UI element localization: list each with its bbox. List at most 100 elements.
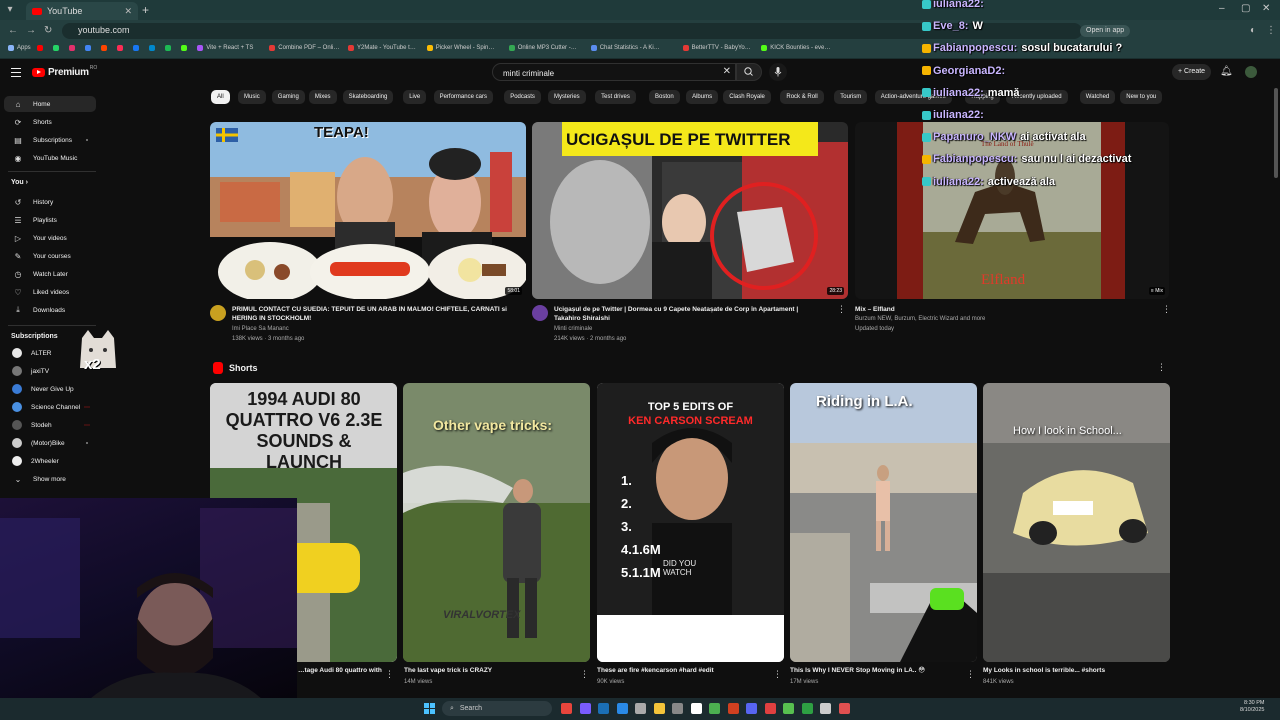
sidebar-item[interactable]: ◉ YouTube Music xyxy=(4,150,96,166)
filter-chip[interactable]: Action-adventure games xyxy=(874,90,952,104)
app-icon[interactable] xyxy=(690,703,702,714)
short-thumbnail[interactable]: How I look in School... xyxy=(983,383,1170,662)
explorer-icon[interactable] xyxy=(653,703,665,714)
bookmark-item[interactable]: Online MP3 Cutter -… xyxy=(508,45,577,51)
app-icon[interactable] xyxy=(635,703,646,714)
filter-chip[interactable]: Rock & Roll xyxy=(780,90,824,104)
sidebar-item[interactable]: ⌂ Home xyxy=(4,96,96,112)
bookmark-item[interactable] xyxy=(181,45,190,51)
steam-icon[interactable] xyxy=(598,703,609,714)
video-title[interactable]: PRIMUL CONTACT CU SUEDIA: TEPUIT DE UN A… xyxy=(232,305,522,323)
channel-name[interactable]: Minti criminale xyxy=(554,325,592,334)
discord-icon[interactable] xyxy=(746,703,757,714)
bookmark-item[interactable]: Apps xyxy=(8,45,31,51)
system-clock[interactable]: 8:30 PM 8/10/2025 xyxy=(1240,700,1264,714)
close-icon[interactable]: ✕ xyxy=(124,6,132,17)
bookmark-item[interactable] xyxy=(149,45,158,51)
app-icon[interactable] xyxy=(727,703,739,714)
filter-chip[interactable]: New to you xyxy=(1120,90,1163,104)
youtube-logo[interactable]: Premium RO xyxy=(32,65,97,78)
menu-icon[interactable]: ⋮ xyxy=(1266,25,1276,36)
sidebar-item[interactable]: ▷ Your videos xyxy=(4,230,96,246)
bookmark-item[interactable]: KICK Bounties - eve… xyxy=(761,45,830,51)
bookmark-item[interactable]: Picker Wheel - Spin… xyxy=(426,45,494,51)
app-icon[interactable] xyxy=(783,703,794,714)
sidebar-item[interactable]: 2Wheeler xyxy=(4,453,96,469)
xbox-icon[interactable] xyxy=(801,703,813,714)
mix-thumbnail[interactable]: Elfland The Land of Thulê ≡ Mix xyxy=(855,122,1169,299)
notifications-bell-icon[interactable]: 🔔︎ xyxy=(1220,66,1233,77)
back-icon[interactable]: ← xyxy=(8,25,18,36)
sidebar-item[interactable]: ⟳ Shorts xyxy=(4,114,96,130)
bookmark-item[interactable]: Chat Statistics - A Ki… xyxy=(590,45,660,51)
sidebar-item[interactable]: (Motor)Bike xyxy=(4,435,96,451)
open-in-app-button[interactable]: Open in app xyxy=(1080,25,1131,37)
filter-chip[interactable]: Gaming xyxy=(271,90,305,104)
filter-chip[interactable]: Music xyxy=(238,90,266,104)
page-scrollbar[interactable] xyxy=(1274,88,1278,178)
sidebar-item[interactable]: ♡ Liked videos xyxy=(4,284,96,300)
windows-start-icon[interactable] xyxy=(424,703,435,714)
clear-search-icon[interactable]: ✕ xyxy=(723,66,731,77)
filter-chip[interactable]: Performance cars xyxy=(433,90,493,104)
new-tab-icon[interactable]: + xyxy=(142,3,149,17)
taskbar-search[interactable]: ⌕ Search xyxy=(442,701,552,716)
sidebar-item[interactable]: ▤ Subscriptions xyxy=(4,132,96,148)
reload-icon[interactable]: ↻ xyxy=(44,25,52,36)
tab-menu-icon[interactable]: ▾ xyxy=(4,4,16,16)
filter-chip[interactable]: Watched xyxy=(1079,90,1116,104)
bookmark-item[interactable] xyxy=(165,45,174,51)
more-options-icon[interactable]: ⋮ xyxy=(580,669,589,680)
more-options-icon[interactable]: ⋮ xyxy=(966,669,975,680)
voice-search-button[interactable] xyxy=(769,63,787,81)
bookmark-item[interactable] xyxy=(69,45,78,51)
sidebar-item[interactable]: Never Give Up xyxy=(4,381,96,397)
short-thumbnail[interactable]: Other vape tricks: VIRALVORTEX xyxy=(403,383,590,662)
bookmark-item[interactable]: BetterTTV - BabyYo… xyxy=(682,45,751,51)
window-close-icon[interactable]: ✕ xyxy=(1262,3,1270,14)
bookmark-item[interactable] xyxy=(133,45,142,51)
video-thumbnail[interactable]: TEAPA! 58:01 xyxy=(210,122,526,299)
sidebar-item[interactable]: ◷ Watch Later xyxy=(4,266,96,282)
sidebar-item[interactable]: ↺ History xyxy=(4,194,96,210)
filter-chip[interactable]: Podcasts xyxy=(504,90,541,104)
chrome-icon[interactable] xyxy=(709,703,720,714)
bookmark-item[interactable]: Y2Mate - YouTube t… xyxy=(348,45,416,51)
sidebar-item[interactable]: ✎ Your courses xyxy=(4,248,96,264)
account-avatar[interactable] xyxy=(1245,66,1257,78)
minimize-icon[interactable]: – xyxy=(1219,3,1225,14)
sidebar-you-heading[interactable]: You › xyxy=(11,179,28,186)
forward-icon[interactable]: → xyxy=(26,25,36,36)
filter-chip[interactable]: Boston xyxy=(649,90,680,104)
browser-icon[interactable] xyxy=(561,703,572,714)
filter-chip[interactable]: Rapping xyxy=(965,90,1000,104)
app-icon[interactable] xyxy=(838,703,850,714)
video-thumbnail[interactable]: UCIGAȘUL DE PE TWITTER 28:23 xyxy=(532,122,848,299)
short-title[interactable]: My Looks in school is terrible... #short… xyxy=(983,666,1153,675)
sidebar-item[interactable]: ⤓ Downloads xyxy=(4,302,96,318)
maximize-icon[interactable]: ▢ xyxy=(1241,3,1250,14)
filter-chip[interactable]: Tourism xyxy=(834,90,868,104)
app-icon[interactable] xyxy=(820,703,831,714)
search-button[interactable] xyxy=(736,63,762,81)
filter-chip[interactable]: Albums xyxy=(686,90,719,104)
app-icon[interactable] xyxy=(764,703,776,714)
filter-chip[interactable]: Mixes xyxy=(308,90,337,104)
bookmark-item[interactable] xyxy=(53,45,62,51)
filter-chip[interactable]: Live xyxy=(403,90,427,104)
short-thumbnail[interactable]: Riding in L.A. xyxy=(790,383,977,662)
short-title[interactable]: These are fire #kencarson #hard #edit xyxy=(597,666,767,675)
more-options-icon[interactable]: ⋮ xyxy=(385,669,394,680)
filter-chip[interactable]: Skateboarding xyxy=(342,90,394,104)
channel-avatar[interactable] xyxy=(210,305,226,321)
video-title[interactable]: Ucigașul de pe Twitter | Dormea cu 9 Cap… xyxy=(554,305,824,323)
app-icon[interactable] xyxy=(672,703,683,714)
search-input[interactable] xyxy=(501,66,715,80)
bookmark-item[interactable] xyxy=(101,45,110,51)
bookmark-item[interactable] xyxy=(37,45,46,51)
hamburger-menu-icon[interactable] xyxy=(11,68,21,80)
sidebar-item[interactable]: ⌄ Show more xyxy=(4,471,96,487)
shorts-more-icon[interactable]: ⋮ xyxy=(1157,362,1166,373)
filter-chip[interactable]: Recently uploaded xyxy=(1005,90,1068,104)
bookmark-item[interactable]: Vite + React + TS xyxy=(197,45,253,51)
